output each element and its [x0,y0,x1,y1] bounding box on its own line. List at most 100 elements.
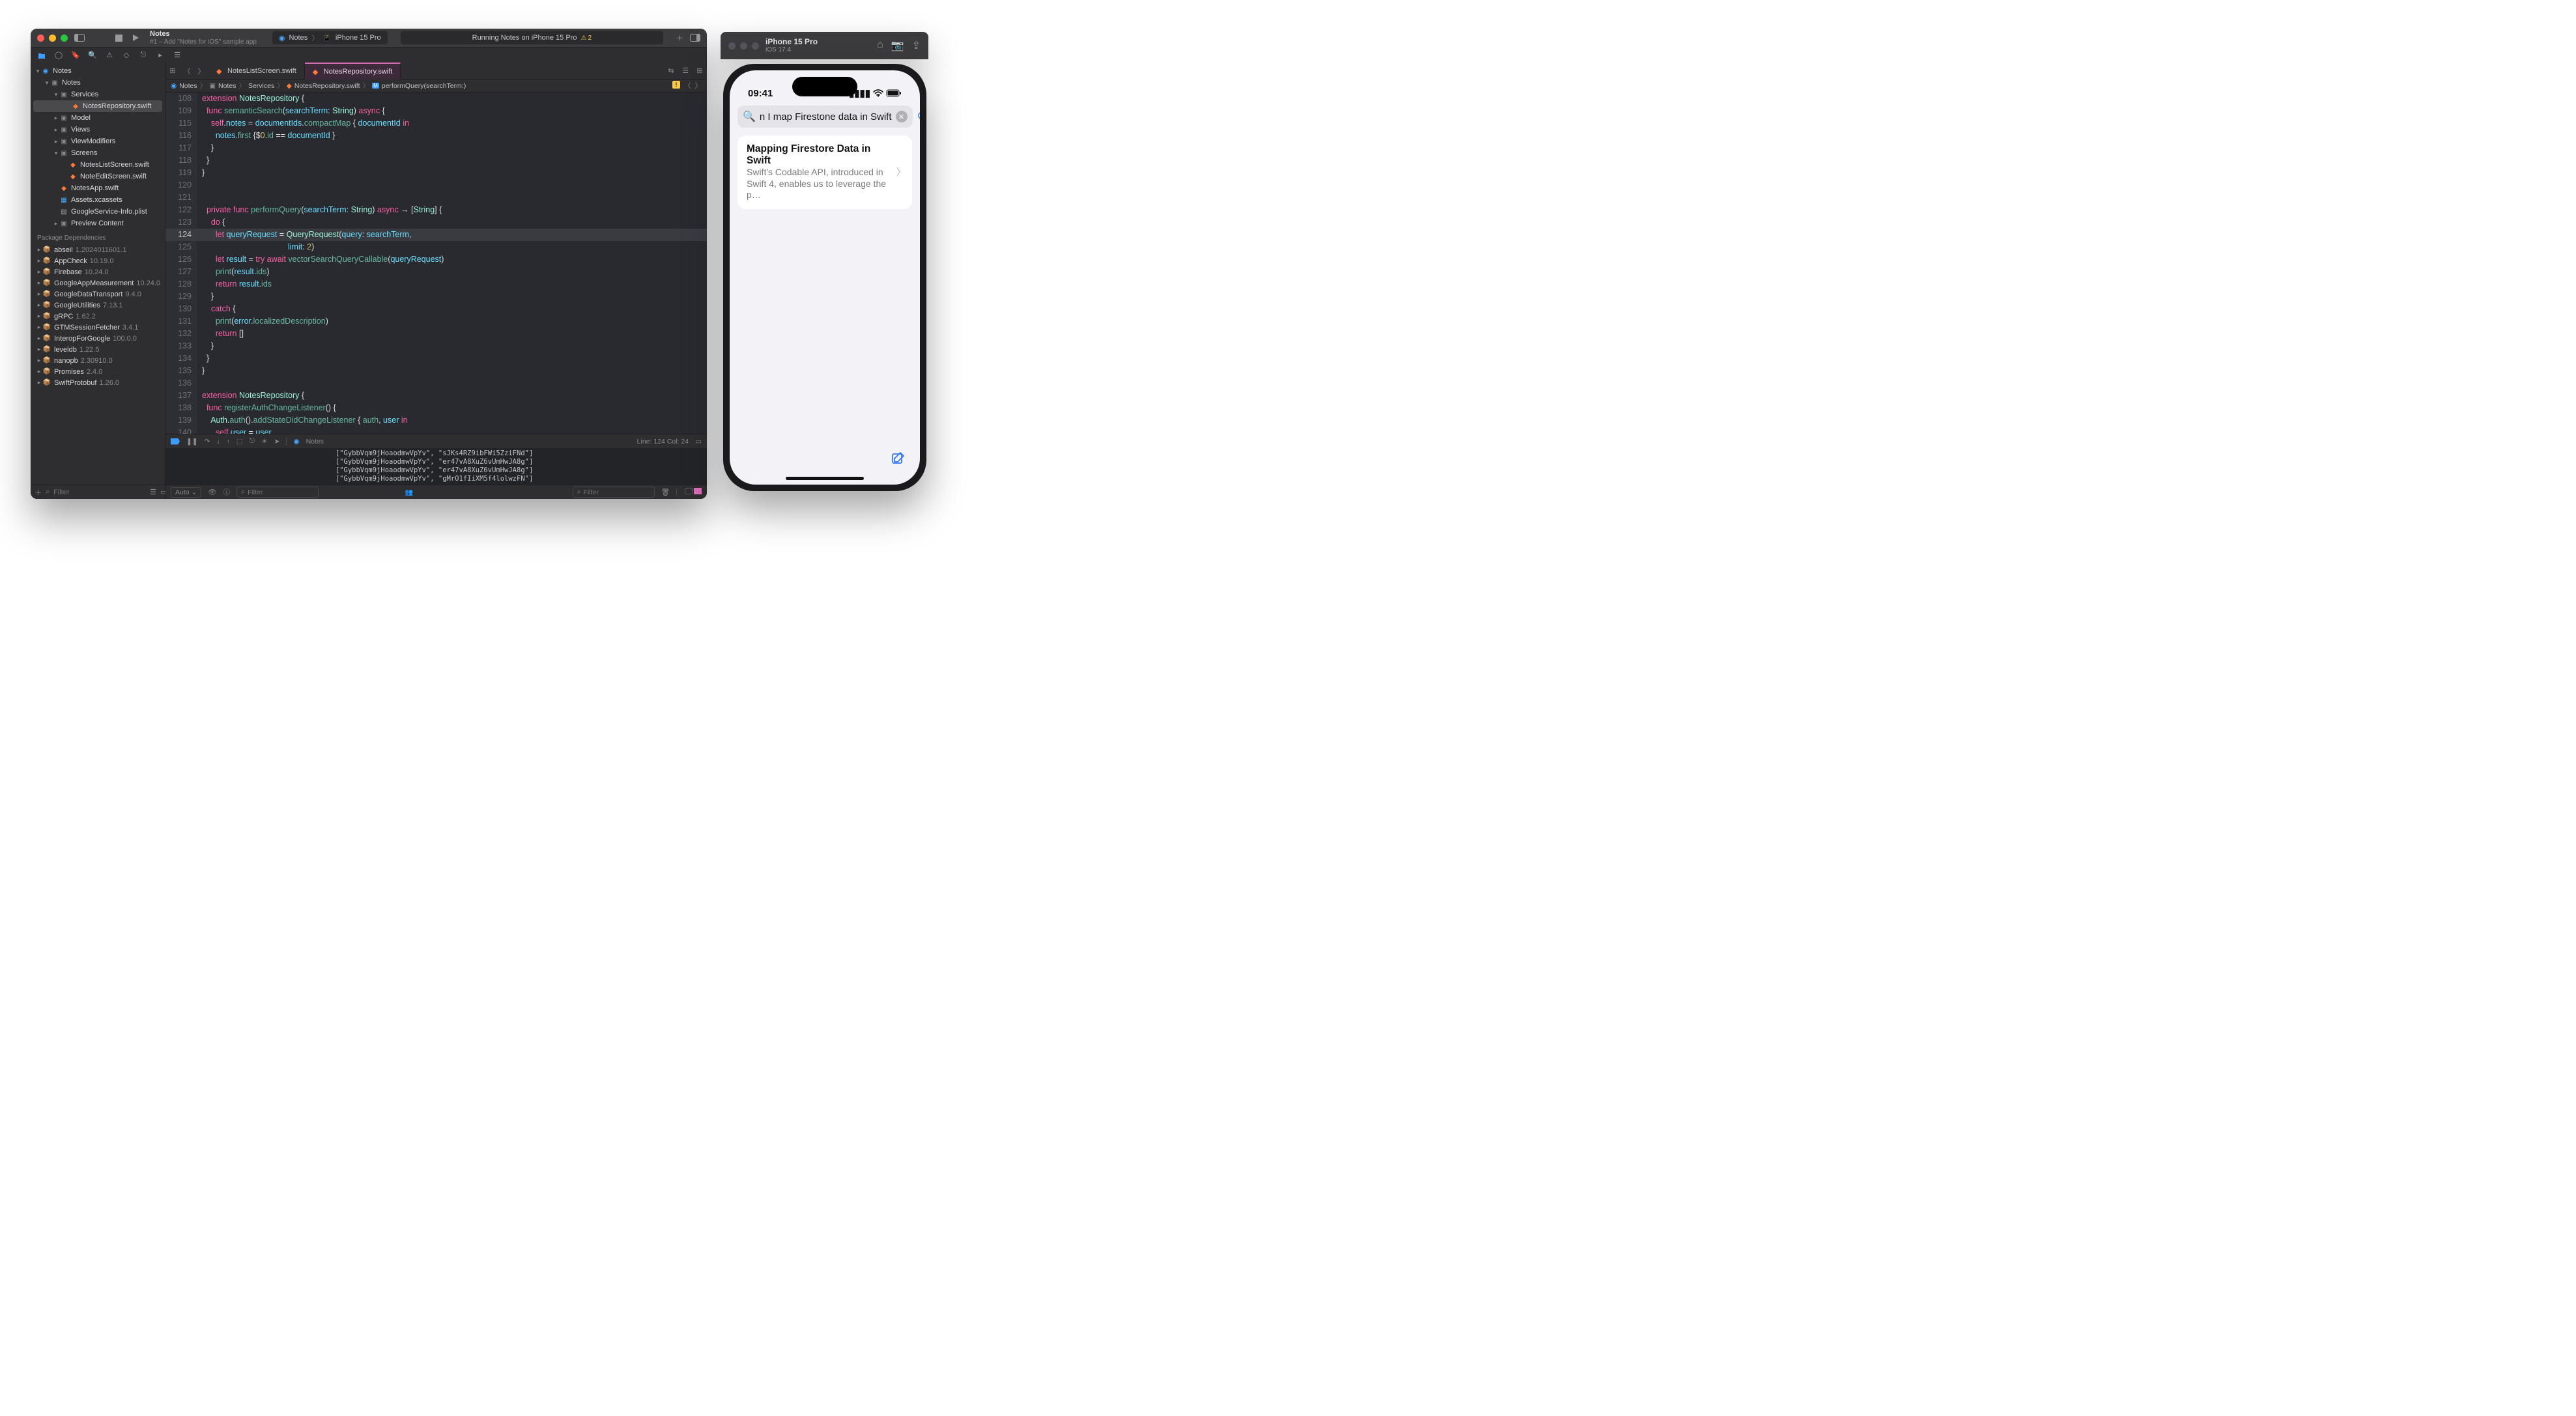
screenshot-icon[interactable]: 📷 [891,39,904,52]
tree-item[interactable]: ▾▣Screens [31,147,165,159]
project-root[interactable]: ▾◉Notes [31,65,165,77]
tree-item[interactable]: ▤GoogleService-Info.plist [31,206,165,218]
package-row[interactable]: ▸📦Firebase10.24.0 [31,266,165,277]
next-issue-icon[interactable]: 〉 [695,81,702,91]
tree-item[interactable]: ◆NotesListScreen.swift [31,159,165,171]
console-filter[interactable]: ⌕ [573,487,655,498]
debug-console[interactable]: ["GybbVqm9jHoaodmwVpYv", "sJKs4RZ9ibFWi5… [165,448,707,485]
memory-graph-icon[interactable]: ⎋ [250,437,255,446]
debug-3d-icon[interactable]: ⬚ [236,438,243,446]
code-editor[interactable]: 1081091151161171181191201211221231241251… [165,92,707,434]
package-row[interactable]: ▸📦gRPC1.62.2 [31,311,165,322]
add-editor-icon[interactable]: ⊞ [693,66,707,75]
related-items-icon[interactable]: ⊞ [165,64,180,78]
left-panel-toggle-icon[interactable] [74,33,85,43]
tree-item-selected[interactable]: ◆NotesRepository.swift [33,100,162,112]
environment-icon[interactable]: ☀︎ [261,438,267,446]
home-icon[interactable]: ⌂ [877,39,883,52]
debug-navigator-icon[interactable]: ⎋ [139,51,148,60]
package-row[interactable]: ▸📦GoogleAppMeasurement10.24.0 [31,277,165,289]
run-button[interactable] [130,33,141,43]
package-row[interactable]: ▸📦GoogleUtilities7.13.1 [31,300,165,311]
pause-icon[interactable]: ❚❚ [186,438,198,446]
debug-target-label[interactable]: Notes [306,438,324,446]
package-row[interactable]: ▸📦abseil1.2024011601.1 [31,244,165,255]
home-indicator[interactable] [786,477,864,480]
auto-variables-selector[interactable]: Auto ⌄ [171,487,201,498]
trash-icon[interactable]: 🗑 [661,488,670,496]
compose-icon[interactable] [891,451,906,465]
tree-item[interactable]: ▾▣Services [31,89,165,100]
jump-bar[interactable]: ◉ Notes〉 ▣ Notes〉 Services〉 ◆ NotesRepos… [165,79,707,92]
search-result-row[interactable]: Mapping Firestore Data in Swift Swift's … [737,135,912,209]
console-filter-input[interactable] [583,489,650,496]
navigator-filter-input[interactable] [53,489,146,496]
step-out-icon[interactable]: ↑ [227,438,230,446]
adjust-editor-icon[interactable]: ☰ [678,66,693,75]
window-traffic-lights[interactable] [37,35,68,42]
tree-item[interactable]: ▸▣ViewModifiers [31,135,165,147]
zoom-icon[interactable] [61,35,68,42]
navigator-tree[interactable]: ▾◉Notes▾▣Notes▾▣Services ◆NotesRepositor… [31,63,165,485]
warning-badge[interactable]: ⚠︎ 2 [580,35,592,42]
find-navigator-icon[interactable]: 🔍 [88,51,97,60]
jump-segment[interactable]: Notes [218,82,236,90]
cancel-button[interactable]: Cancel [918,111,920,122]
minimize-icon[interactable] [740,42,747,50]
tree-item[interactable]: ◆NoteEditScreen.swift [31,171,165,182]
tree-item[interactable]: ▾▣Notes [31,77,165,89]
step-into-icon[interactable]: ↓ [216,438,220,446]
breakpoint-navigator-icon[interactable]: ▸ [156,51,165,60]
tree-item[interactable]: ▸▣Preview Content [31,218,165,229]
warning-icon[interactable]: ! [672,81,680,89]
breakpoint-toggle-icon[interactable] [171,438,180,445]
add-icon[interactable]: ＋ [35,487,42,498]
variables-filter[interactable]: ⌕ [236,487,319,498]
editor-tab[interactable]: ◆NotesListScreen.swift [208,63,305,79]
tree-item[interactable]: ◆NotesApp.swift [31,182,165,194]
bookmark-navigator-icon[interactable]: 🔖 [71,51,80,60]
package-row[interactable]: ▸📦AppCheck10.19.0 [31,255,165,266]
debug-pane-toggle[interactable] [683,488,702,496]
code-text[interactable]: extension NotesRepository { func semanti… [197,92,707,434]
test-navigator-icon[interactable]: ◇ [122,51,131,60]
simulator-screen[interactable]: 09:41 ▮▮▮▮ 🔍 n I map Firestone data in S… [730,70,920,485]
package-row[interactable]: ▸📦GoogleDataTransport9.4.0 [31,289,165,300]
tree-item[interactable]: ▸▣Model [31,112,165,124]
package-row[interactable]: ▸📦SwiftProtobuf1.26.0 [31,377,165,388]
jump-segment[interactable]: Notes [179,82,197,90]
report-navigator-icon[interactable]: ☰ [173,51,182,60]
editor-tab[interactable]: ◆NotesRepository.swift [305,63,401,79]
issue-navigator-icon[interactable]: ⚠︎ [105,51,114,60]
prev-issue-icon[interactable]: 〈 [684,81,691,91]
project-navigator-icon[interactable] [37,51,46,60]
nav-forward-icon[interactable]: 〉 [194,64,208,78]
tree-item[interactable]: ▸▣Views [31,124,165,135]
people-icon[interactable]: 👥 [405,488,413,496]
jump-segment[interactable]: Services [248,82,274,90]
share-icon[interactable]: ⇪ [912,39,921,52]
right-panel-toggle-icon[interactable] [690,34,700,42]
package-row[interactable]: ▸📦InteropForGoogle100.0.0 [31,333,165,344]
close-icon[interactable] [728,42,736,50]
plus-icon[interactable]: ＋ [676,33,683,43]
window-traffic-lights[interactable] [728,42,759,50]
stop-button[interactable] [113,33,124,43]
eye-icon[interactable]: 👁 [208,488,216,496]
minimize-icon[interactable] [49,35,56,42]
source-control-navigator-icon[interactable]: ◯ [54,51,63,60]
package-row[interactable]: ▸📦Promises2.4.0 [31,366,165,377]
package-row[interactable]: ▸📦GTMSessionFetcher3.4.1 [31,322,165,333]
variables-filter-input[interactable] [248,489,314,496]
step-over-icon[interactable]: ↷ [205,438,210,446]
nav-back-icon[interactable]: 〈 [180,64,194,78]
editor-options-icon[interactable]: ⇆ [664,66,678,75]
tree-item[interactable]: ▦Assets.xcassets [31,194,165,206]
info-icon[interactable]: ⓘ [223,487,231,497]
jump-segment[interactable]: NotesRepository.swift [294,82,360,90]
close-icon[interactable] [37,35,44,42]
zoom-icon[interactable] [752,42,759,50]
search-input[interactable]: 🔍 n I map Firestone data in Swift ✕ [737,106,913,128]
scheme-device-selector[interactable]: ◉ Notes 〉 📱 iPhone 15 Pro [272,31,388,44]
recents-icon[interactable]: ☰ [150,488,156,496]
